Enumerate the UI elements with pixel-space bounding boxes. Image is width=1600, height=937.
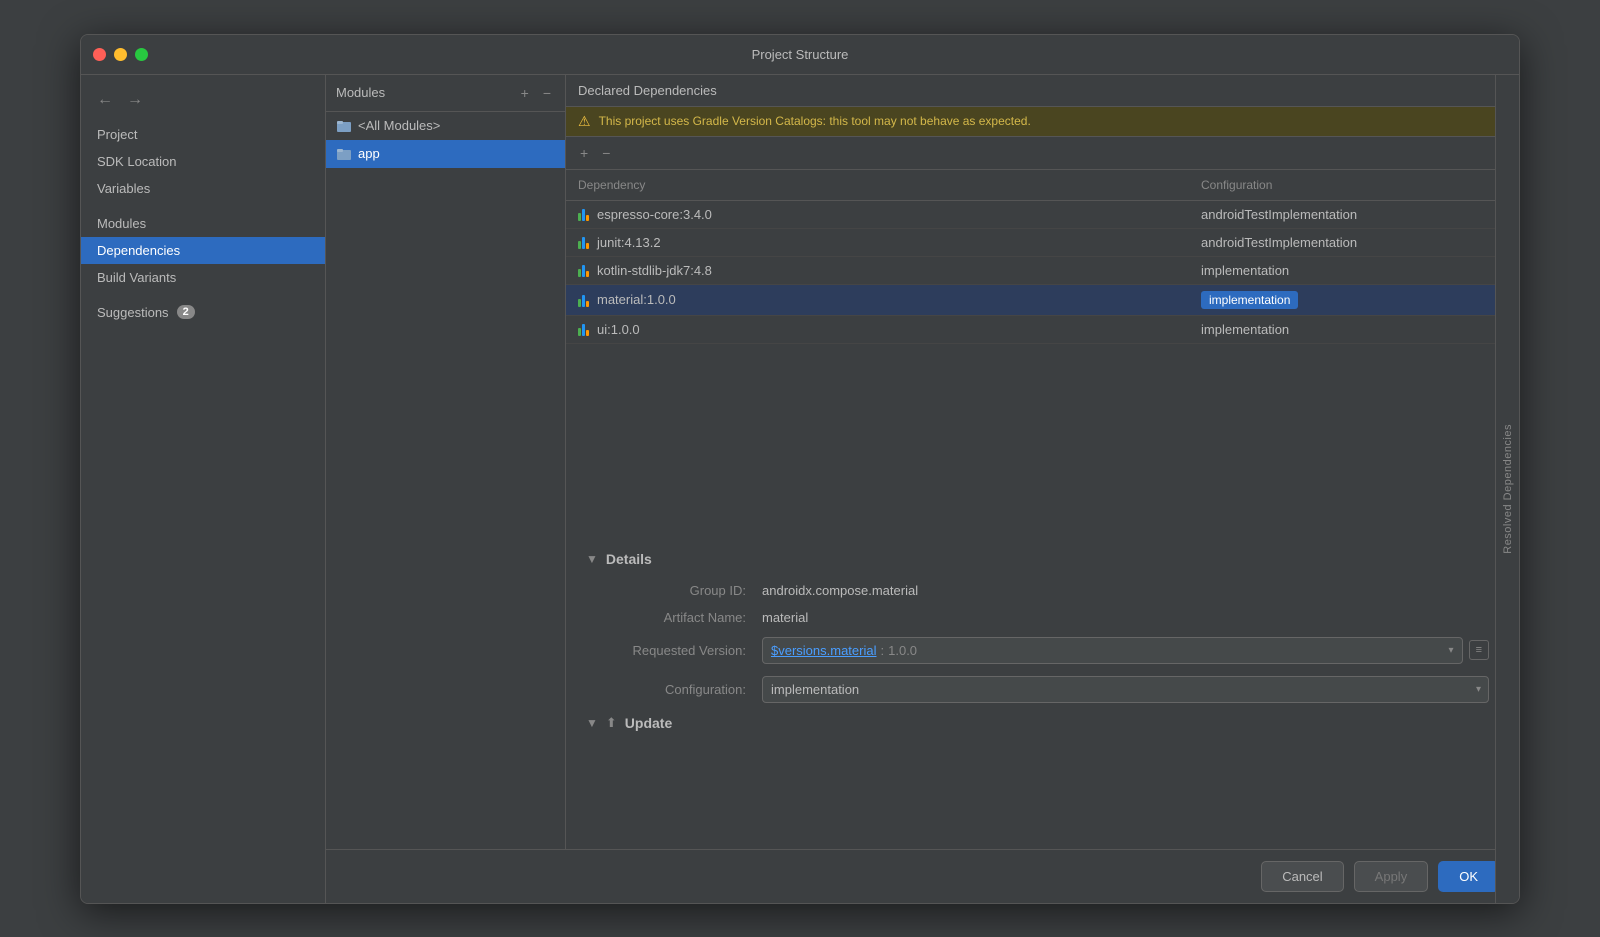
sidebar-item-sdk-location[interactable]: SDK Location [81, 148, 325, 175]
dialog-footer: Cancel Apply OK [326, 849, 1519, 903]
artifact-name-row: Artifact Name: material [586, 610, 1489, 625]
project-structure-dialog: Project Structure ← → Project SDK Locati… [80, 34, 1520, 904]
cancel-button[interactable]: Cancel [1261, 861, 1343, 892]
dep-row-espresso[interactable]: espresso-core:3.4.0 androidTestImplement… [566, 201, 1509, 229]
add-module-button[interactable]: + [517, 83, 533, 103]
dialog-title: Project Structure [752, 47, 849, 62]
maximize-button[interactable] [135, 48, 148, 61]
details-section-title: Details [606, 551, 652, 567]
configuration-label: Configuration: [586, 682, 746, 697]
details-section-header: ▼ Details [586, 551, 1489, 567]
folder-icon [336, 118, 352, 134]
update-section-title: Update [625, 715, 672, 731]
forward-button[interactable]: → [123, 89, 147, 111]
suggestions-badge: 2 [177, 305, 195, 319]
deps-header: Declared Dependencies [566, 75, 1509, 107]
module-item-all[interactable]: <All Modules> [326, 112, 565, 140]
sidebar: ← → Project SDK Location Variables Modul… [81, 75, 326, 903]
details-section: ▼ Details Group ID: androidx.compose.mat… [566, 535, 1509, 849]
dep-bar-icon [578, 322, 589, 336]
modules-panel-actions: + − [517, 83, 555, 103]
version-input-wrapper: $versions.material : 1.0.0 ▾ ≡ [762, 637, 1489, 664]
modules-panel: Modules + − <All Modules> [326, 75, 566, 849]
dep-bar-icon [578, 207, 589, 221]
version-dropdown-arrow[interactable]: ▾ [1449, 645, 1454, 656]
update-chevron: ▼ [586, 716, 598, 730]
deps-table-header: Dependency Configuration [566, 170, 1509, 201]
group-id-label: Group ID: [586, 583, 746, 598]
update-section: ▼ ⬆ Update [586, 715, 1489, 731]
artifact-name-value: material [762, 610, 808, 625]
configuration-select[interactable]: implementation api compileOnly runtimeOn… [762, 676, 1489, 703]
dep-bar-icon [578, 235, 589, 249]
dep-row-junit[interactable]: junit:4.13.2 androidTestImplementation [566, 229, 1509, 257]
modules-panel-title: Modules [336, 85, 385, 100]
content-right: Declared Dependencies ⚠ This project use… [566, 75, 1509, 849]
remove-module-button[interactable]: − [539, 83, 555, 103]
apply-button[interactable]: Apply [1354, 861, 1429, 892]
update-icon: ⬆ [606, 715, 617, 731]
version-number: 1.0.0 [888, 643, 917, 658]
dep-row-kotlin[interactable]: kotlin-stdlib-jdk7:4.8 implementation [566, 257, 1509, 285]
warning-bar: ⚠ This project uses Gradle Version Catal… [566, 107, 1509, 137]
version-display: $versions.material : 1.0.0 ▾ [762, 637, 1463, 664]
artifact-name-label: Artifact Name: [586, 610, 746, 625]
modules-list: <All Modules> app [326, 112, 565, 849]
nav-controls: ← → [81, 83, 325, 117]
requested-version-label: Requested Version: [586, 643, 746, 658]
configuration-input-wrapper: implementation api compileOnly runtimeOn… [762, 676, 1489, 703]
requested-version-row: Requested Version: $versions.material : … [586, 637, 1489, 664]
configuration-row: Configuration: implementation api compil… [586, 676, 1489, 703]
resolved-deps-label: Resolved Dependencies [1502, 424, 1514, 554]
version-edit-button[interactable]: ≡ [1469, 640, 1489, 660]
deps-toolbar: + − [566, 137, 1509, 170]
app-folder-icon [336, 146, 352, 162]
back-button[interactable]: ← [93, 89, 117, 111]
warning-icon: ⚠ [578, 113, 591, 130]
dep-row-ui[interactable]: ui:1.0.0 implementation [566, 316, 1509, 344]
group-id-value: androidx.compose.material [762, 583, 918, 598]
config-column-header: Configuration [1189, 174, 1509, 196]
minimize-button[interactable] [114, 48, 127, 61]
sidebar-item-suggestions[interactable]: Suggestions 2 [81, 299, 325, 326]
sidebar-section-top: Project SDK Location Variables [81, 121, 325, 210]
declared-deps-container: Declared Dependencies ⚠ This project use… [566, 75, 1509, 535]
sidebar-item-build-variants[interactable]: Build Variants [81, 264, 325, 291]
sidebar-section-modules: Modules Dependencies Build Variants [81, 210, 325, 299]
dep-bar-icon [578, 263, 589, 277]
content-body: Modules + − <All Modules> [326, 75, 1519, 849]
ok-button[interactable]: OK [1438, 861, 1499, 892]
dep-row-material[interactable]: material:1.0.0 implementation [566, 285, 1509, 316]
dep-column-header: Dependency [566, 174, 1189, 196]
dep-bar-icon [578, 293, 589, 307]
deps-table: espresso-core:3.4.0 androidTestImplement… [566, 201, 1509, 344]
sidebar-item-project[interactable]: Project [81, 121, 325, 148]
remove-dep-button[interactable]: − [598, 143, 614, 163]
window-controls [93, 48, 148, 61]
title-bar: Project Structure [81, 35, 1519, 75]
update-header[interactable]: ▼ ⬆ Update [586, 715, 1489, 731]
modules-panel-header: Modules + − [326, 75, 565, 112]
sidebar-item-dependencies[interactable]: Dependencies [81, 237, 325, 264]
version-separator: : [881, 643, 885, 658]
configuration-select-wrapper: implementation api compileOnly runtimeOn… [762, 676, 1489, 703]
group-id-row: Group ID: androidx.compose.material [586, 583, 1489, 598]
main-content: Modules + − <All Modules> [326, 75, 1519, 903]
module-item-app[interactable]: app [326, 140, 565, 168]
sidebar-item-variables[interactable]: Variables [81, 175, 325, 202]
sidebar-item-modules[interactable]: Modules [81, 210, 325, 237]
version-link[interactable]: $versions.material [771, 643, 877, 658]
details-chevron[interactable]: ▼ [586, 552, 598, 566]
close-button[interactable] [93, 48, 106, 61]
add-dep-button[interactable]: + [576, 143, 592, 163]
resolved-deps-tab[interactable]: Resolved Dependencies [1495, 75, 1519, 849]
dialog-body: ← → Project SDK Location Variables Modul… [81, 75, 1519, 903]
